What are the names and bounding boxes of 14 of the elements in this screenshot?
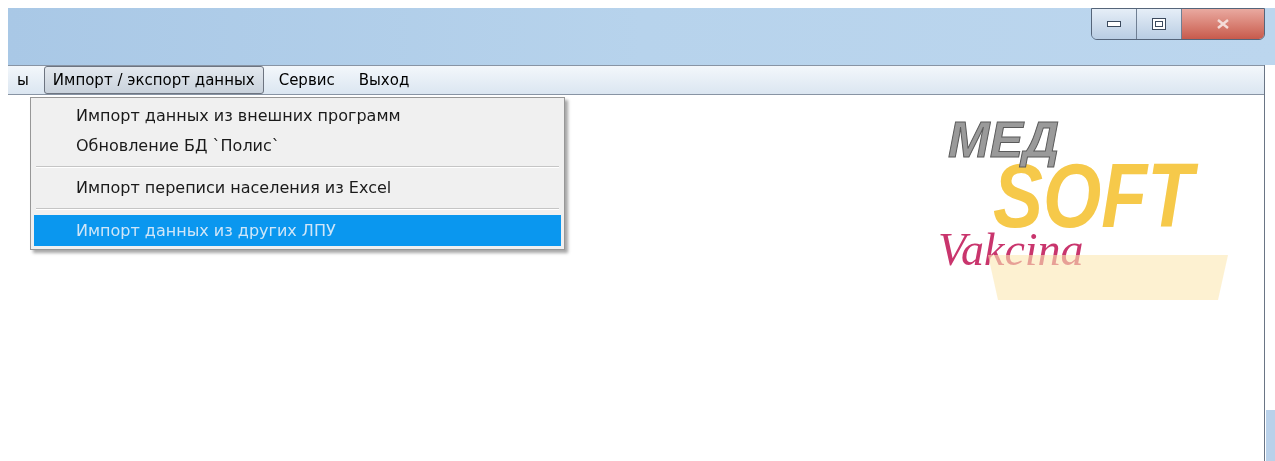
minimize-icon [1107, 21, 1121, 27]
menu-item[interactable]: ы [8, 66, 38, 94]
menu-option[interactable]: Обновление БД `Полис` [34, 131, 561, 161]
menu-item[interactable]: Выход [349, 66, 419, 94]
maximize-button[interactable] [1137, 9, 1182, 39]
menu-item[interactable]: Импорт / экспорт данных [43, 66, 264, 94]
menu-item[interactable]: Сервис [269, 66, 344, 94]
minimize-button[interactable] [1092, 9, 1137, 39]
menu-option[interactable]: Импорт переписи населения из Excel [34, 173, 561, 203]
window-frame-edge [1266, 410, 1275, 461]
logo: SOFT МЕД Vakcina [928, 105, 1238, 315]
close-icon [1217, 19, 1229, 29]
menu-option[interactable]: Импорт данных из внешних программ [34, 101, 561, 131]
maximize-icon [1152, 18, 1166, 30]
